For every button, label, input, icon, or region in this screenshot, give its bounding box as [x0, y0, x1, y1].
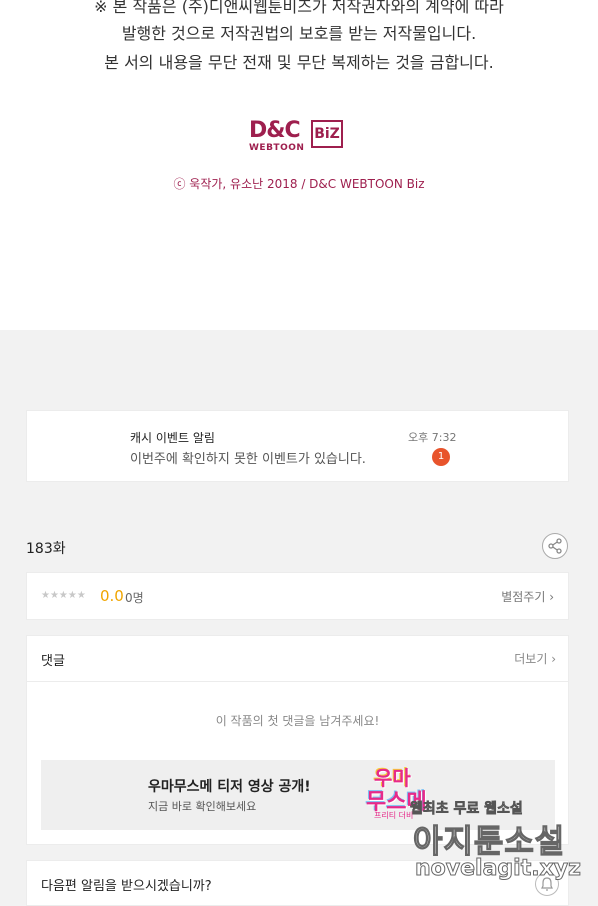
banner-title: 우마무스메 티저 영상 공개!: [148, 779, 311, 795]
watermark-line-1: 웹최초 무료 웹소설: [410, 801, 523, 818]
event-title: 캐시 이벤트 알림: [130, 431, 215, 445]
banner-logo-line-3: 프리티 더비: [374, 811, 414, 820]
star-icons: ★★★★★: [41, 590, 86, 601]
logo-sub-text: WEBTOON: [249, 143, 305, 153]
rate-button[interactable]: 별점주기 ›: [501, 588, 554, 605]
banner-subtitle: 지금 바로 확인해보세요: [148, 800, 257, 813]
logo-biz-badge: BiZ: [311, 120, 343, 148]
event-time: 오후 7:32: [408, 431, 457, 444]
site-watermark: 웹최초 무료 웹소설 아지툰소설 novelagit.xyz: [410, 798, 582, 893]
next-alert-label: 다음편 알림을 받으시겠습니까?: [41, 879, 212, 894]
copyright-notice-line-1: ※ 본 작품은 (주)디앤씨웹툰비즈가 저작권자와의 계약에 따라: [94, 0, 504, 16]
copyright-line: ⓒ 욱작가, 유소난 2018 / D&C WEBTOON Biz: [173, 177, 425, 191]
empty-comments-message: 이 작품의 첫 댓글을 남겨주세요!: [215, 714, 380, 728]
publisher-logo: D&C WEBTOON BiZ: [249, 118, 349, 154]
content-end-section: ※ 본 작품은 (주)디앤씨웹툰비즈가 저작권자와의 계약에 따라 발행한 것으…: [0, 0, 598, 330]
rating-count: 0명: [125, 591, 144, 605]
rating-section: ★★★★★ 0.0 0명 별점주기 ›: [26, 572, 569, 620]
share-button[interactable]: [542, 533, 568, 559]
episode-title: 183화: [26, 541, 66, 557]
comments-header: 댓글 더보기 ›: [27, 636, 568, 682]
comments-label: 댓글: [41, 654, 65, 669]
watermark-line-3: novelagit.xyz: [415, 856, 582, 882]
rating-score: 0.0: [100, 587, 124, 605]
copyright-notice-line-3: 본 서의 내용을 무단 전재 및 무단 복제하는 것을 금합니다.: [104, 53, 494, 72]
more-comments-link[interactable]: 더보기 ›: [514, 650, 556, 667]
share-icon: [548, 538, 562, 554]
logo-main-text: D&C: [249, 118, 301, 143]
copyright-notice-line-2: 발행한 것으로 저작권법의 보호를 받는 저작물입니다.: [121, 24, 477, 43]
cash-event-notification[interactable]: 캐시 이벤트 알림 이번주에 확인하지 못한 이벤트가 있습니다. 오후 7:3…: [26, 410, 569, 482]
event-count-badge: 1: [432, 448, 450, 466]
event-description: 이번주에 확인하지 못한 이벤트가 있습니다.: [130, 452, 366, 467]
